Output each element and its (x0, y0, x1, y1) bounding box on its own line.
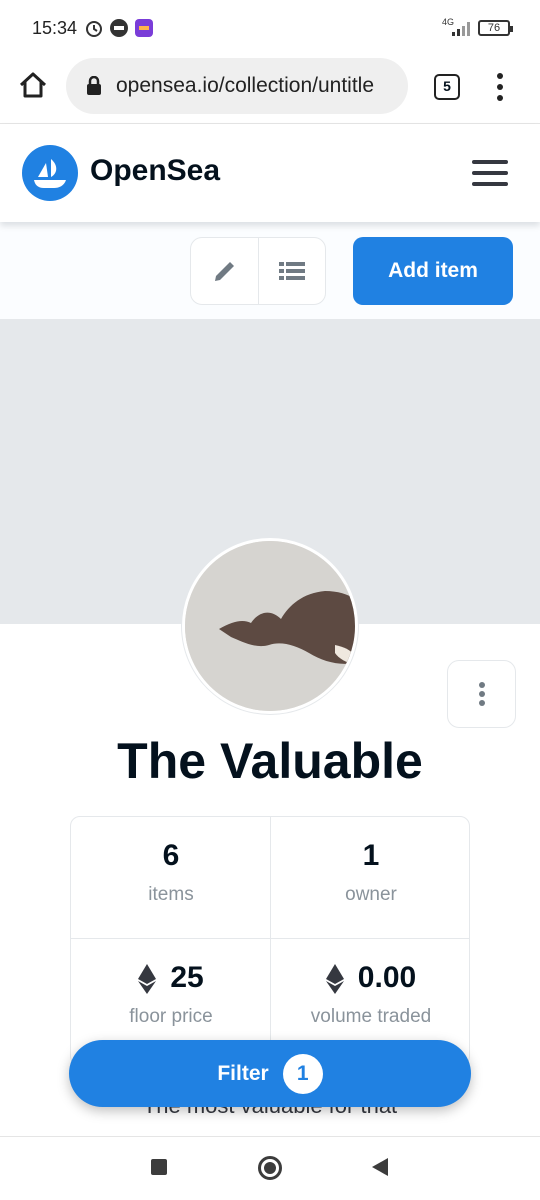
url-text[interactable]: opensea.io/collection/untitle (116, 74, 401, 98)
back-icon[interactable] (372, 1158, 388, 1176)
stat-label: volume traded (310, 1006, 432, 1027)
stat-label: floor price (129, 1006, 213, 1027)
filter-count-badge: 1 (282, 1053, 323, 1094)
opensea-logo-icon[interactable] (22, 145, 78, 201)
signal-icon (452, 22, 470, 36)
ethereum-icon (138, 964, 157, 995)
more-options-button[interactable] (447, 660, 516, 728)
add-item-button[interactable]: Add item (353, 237, 513, 305)
list-icon (279, 262, 305, 280)
url-bar[interactable]: opensea.io/collection/untitle (66, 58, 408, 114)
recent-apps-icon[interactable] (151, 1159, 167, 1175)
notification-app-icon (135, 19, 153, 37)
system-nav-bar (0, 1136, 540, 1200)
browser-menu-icon[interactable] (492, 72, 508, 102)
browser-toolbar: opensea.io/collection/untitle 5 (0, 56, 540, 124)
stat-value: 0.00 (357, 961, 417, 994)
ethereum-icon (325, 964, 344, 995)
filter-button[interactable]: Filter 1 (69, 1040, 471, 1107)
filter-label: Filter (217, 1061, 269, 1085)
collection-title: The Valuable (117, 733, 423, 789)
stat-value: 6 (162, 839, 180, 872)
hamburger-menu-icon[interactable] (472, 160, 508, 186)
home-icon[interactable] (18, 70, 48, 100)
stat-value: 1 (362, 839, 380, 872)
site-header: OpenSea (0, 124, 540, 222)
stat-value-row: 25 (71, 961, 271, 995)
stat-items[interactable]: 6 items (71, 817, 271, 938)
lock-icon (87, 76, 101, 95)
collection-avatar (182, 538, 358, 714)
stat-label: owner (345, 884, 397, 905)
tab-switcher-button[interactable]: 5 (434, 74, 460, 100)
line-app-icon (110, 19, 128, 37)
stat-value: 25 (170, 961, 204, 994)
pencil-icon (214, 262, 234, 281)
battery-indicator: 76 (478, 20, 513, 36)
list-view-button[interactable] (258, 238, 325, 304)
home-nav-icon[interactable] (258, 1156, 282, 1180)
stat-owners[interactable]: 1 owner (271, 817, 469, 938)
status-bar: 15:34 4G 76 (0, 0, 540, 56)
stat-label: items (148, 884, 194, 905)
collection-tools (190, 237, 326, 305)
brand-name[interactable]: OpenSea (90, 154, 220, 188)
alarm-icon (86, 21, 102, 37)
status-time: 15:34 (32, 18, 78, 38)
vertical-dots-icon (478, 682, 485, 706)
collection-stats: 6 items 1 owner 25 floor price 0.00 volu… (70, 816, 470, 1066)
edit-button[interactable] (191, 238, 258, 304)
collection-action-bar: Add item (0, 222, 540, 319)
stat-value-row: 0.00 (271, 961, 469, 995)
